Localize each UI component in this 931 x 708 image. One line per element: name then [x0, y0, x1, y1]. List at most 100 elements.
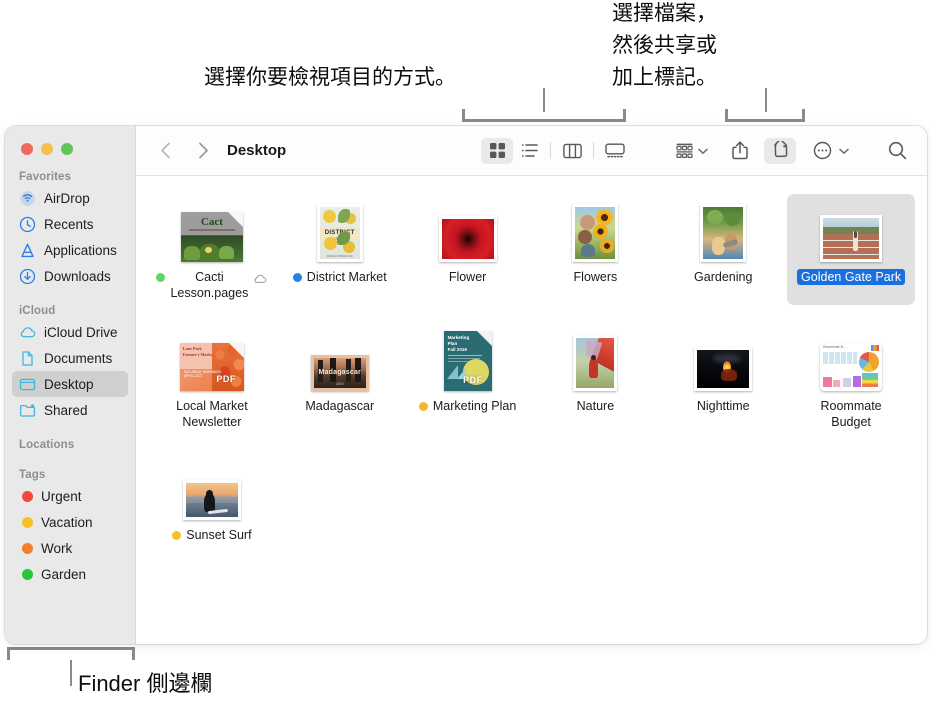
- file-name-label: Nighttime: [696, 399, 750, 413]
- download-icon: [19, 268, 36, 285]
- file-item[interactable]: Gardening: [659, 194, 787, 305]
- column-view-button[interactable]: [556, 138, 588, 164]
- sidebar-section-header: iCloud: [19, 305, 56, 317]
- search-button[interactable]: [881, 138, 913, 164]
- file-thumbnail: Cact: [180, 200, 243, 262]
- sidebar-item-icloud-drive[interactable]: iCloud Drive: [12, 319, 128, 345]
- file-name-label: Madagascar: [305, 399, 375, 413]
- file-item[interactable]: Cact Cacti Lesson.pages: [148, 194, 276, 305]
- file-browser-content: Cact Cacti Lesson.pages DISTRICTMARKETFRES…: [136, 176, 927, 644]
- file-name-label: Gardening: [694, 270, 753, 284]
- group-by-button[interactable]: [671, 138, 697, 164]
- file-item[interactable]: Nature: [532, 323, 660, 434]
- file-thumbnail: Roommate B…: [820, 329, 883, 391]
- sidebar-item-desktop[interactable]: Desktop: [12, 371, 128, 397]
- file-name-label: Flowers: [573, 270, 618, 284]
- sidebar-item-label: Urgent: [41, 488, 82, 504]
- airdrop-icon: [19, 190, 36, 207]
- finder-window: Favorites AirDrop Recents Applications Downl…: [5, 126, 927, 644]
- minimize-button[interactable]: [41, 143, 53, 155]
- back-button[interactable]: [152, 138, 178, 164]
- list-view-button[interactable]: [513, 138, 545, 164]
- file-tag-dot-icon: [156, 273, 166, 282]
- applications-icon: [19, 242, 36, 259]
- file-item[interactable]: Marketing Plan Fall 2019 PDF Marketing Plan: [404, 323, 532, 434]
- finder-main: Desktop Cact Cacti Lesson.pages FRESH PR…: [136, 126, 927, 644]
- file-thumbnail: [820, 200, 883, 262]
- file-item[interactable]: DISTRICTMARKETFRESH PRODUCE District Mark…: [276, 194, 404, 305]
- file-name-label: Local Market Newsletter: [176, 399, 248, 429]
- sidebar-section-header: Tags: [19, 469, 46, 481]
- sidebar-item-label: Recents: [44, 216, 94, 232]
- file-item[interactable]: Golden Gate Park: [787, 194, 915, 305]
- file-label-row: Gardening: [694, 269, 752, 285]
- action-group: [671, 137, 913, 164]
- callout-stem-sidebar: [70, 660, 72, 686]
- desktop-icon: [19, 376, 36, 393]
- sidebar-item-downloads[interactable]: Downloads: [12, 263, 128, 289]
- sidebar-item-label: Shared: [44, 402, 88, 418]
- sidebar-item-label: Desktop: [44, 376, 94, 392]
- share-button[interactable]: [724, 138, 756, 164]
- file-item[interactable]: Flower: [404, 194, 532, 305]
- sidebar-item-label: Vacation: [41, 514, 93, 530]
- file-label-row: Local Market Newsletter: [176, 398, 248, 430]
- file-item[interactable]: Lane Park Farmer's Market SATURDAY MORNING…: [148, 323, 276, 434]
- sidebar-item-recents[interactable]: Recents: [12, 211, 128, 237]
- sidebar-item-airdrop[interactable]: AirDrop: [12, 185, 128, 211]
- sidebar-item-garden[interactable]: Garden: [12, 561, 128, 587]
- file-item[interactable]: Roommate B… Roommate Budget: [787, 323, 915, 434]
- icloud-download-icon[interactable]: [253, 271, 267, 289]
- callout-sidebar-text: Finder 側邊欄: [78, 671, 213, 696]
- file-thumbnail: DISTRICTMARKETFRESH PRODUCE: [316, 200, 363, 262]
- sidebar-item-shared[interactable]: Shared: [12, 397, 128, 423]
- file-item[interactable]: Madagascar 2019 Madagascar: [276, 323, 404, 434]
- sidebar-item-applications[interactable]: Applications: [12, 237, 128, 263]
- icon-view-button[interactable]: [481, 137, 513, 164]
- file-thumbnail: [573, 329, 618, 391]
- file-tag-dot-icon: [292, 273, 302, 282]
- file-name-label: Flower: [448, 270, 487, 284]
- sidebar-item-documents[interactable]: Documents: [12, 345, 128, 371]
- callout-stem-share: [765, 88, 767, 112]
- callout-stem-view: [543, 88, 545, 112]
- sidebar-item-label: iCloud Drive: [44, 324, 118, 340]
- gallery-view-button[interactable]: [599, 138, 631, 164]
- sidebar-item-work[interactable]: Work: [12, 535, 128, 561]
- file-label-row: Nature: [577, 398, 615, 414]
- file-item[interactable]: Sunset Surf: [148, 452, 276, 547]
- file-item[interactable]: Nighttime: [659, 323, 787, 434]
- finder-toolbar: Desktop: [136, 126, 927, 176]
- toolbar-divider-2: [593, 142, 594, 159]
- zoom-button[interactable]: [61, 143, 73, 155]
- screenshot-root: 選擇你要檢視項目的方式。 選擇檔案， 然後共享或 加上標記。 Finder 側邊…: [0, 0, 931, 708]
- file-label-row: District Market: [292, 269, 387, 285]
- file-thumbnail: Marketing Plan Fall 2019 PDF: [443, 329, 492, 391]
- file-name-label: District Market: [306, 270, 387, 284]
- tag-dot-icon: [22, 568, 33, 580]
- sidebar-item-urgent[interactable]: Urgent: [12, 483, 128, 509]
- chevron-down-icon-more[interactable]: [839, 142, 849, 160]
- sidebar-item-label: Garden: [41, 566, 87, 582]
- close-button[interactable]: [21, 143, 33, 155]
- chevron-down-icon-group[interactable]: [698, 142, 708, 160]
- file-thumbnail: Lane Park Farmer's Market SATURDAY MORNING…: [179, 329, 244, 391]
- tag-dot-icon: [22, 516, 33, 528]
- file-thumbnail: [182, 458, 241, 520]
- clock-icon: [19, 216, 36, 233]
- file-label-row: Nighttime: [697, 398, 750, 414]
- file-thumbnail: [438, 200, 497, 262]
- toolbar-divider: [550, 142, 551, 159]
- shared-folder-icon: [19, 402, 36, 419]
- file-item[interactable]: Flowers: [532, 194, 660, 305]
- file-name-label: Golden Gate Park: [797, 269, 906, 285]
- tag-dot-icon: [22, 542, 33, 554]
- forward-button[interactable]: [190, 138, 216, 164]
- file-name-label: Cacti Lesson.pages: [170, 270, 249, 300]
- file-label-row: Roommate Budget: [821, 398, 882, 430]
- sidebar-item-label: AirDrop: [44, 190, 90, 206]
- callout-share-text: 選擇檔案， 然後共享或 加上標記。: [612, 2, 717, 89]
- sidebar-item-vacation[interactable]: Vacation: [12, 509, 128, 535]
- more-button[interactable]: [806, 138, 838, 164]
- tags-button[interactable]: [764, 137, 796, 164]
